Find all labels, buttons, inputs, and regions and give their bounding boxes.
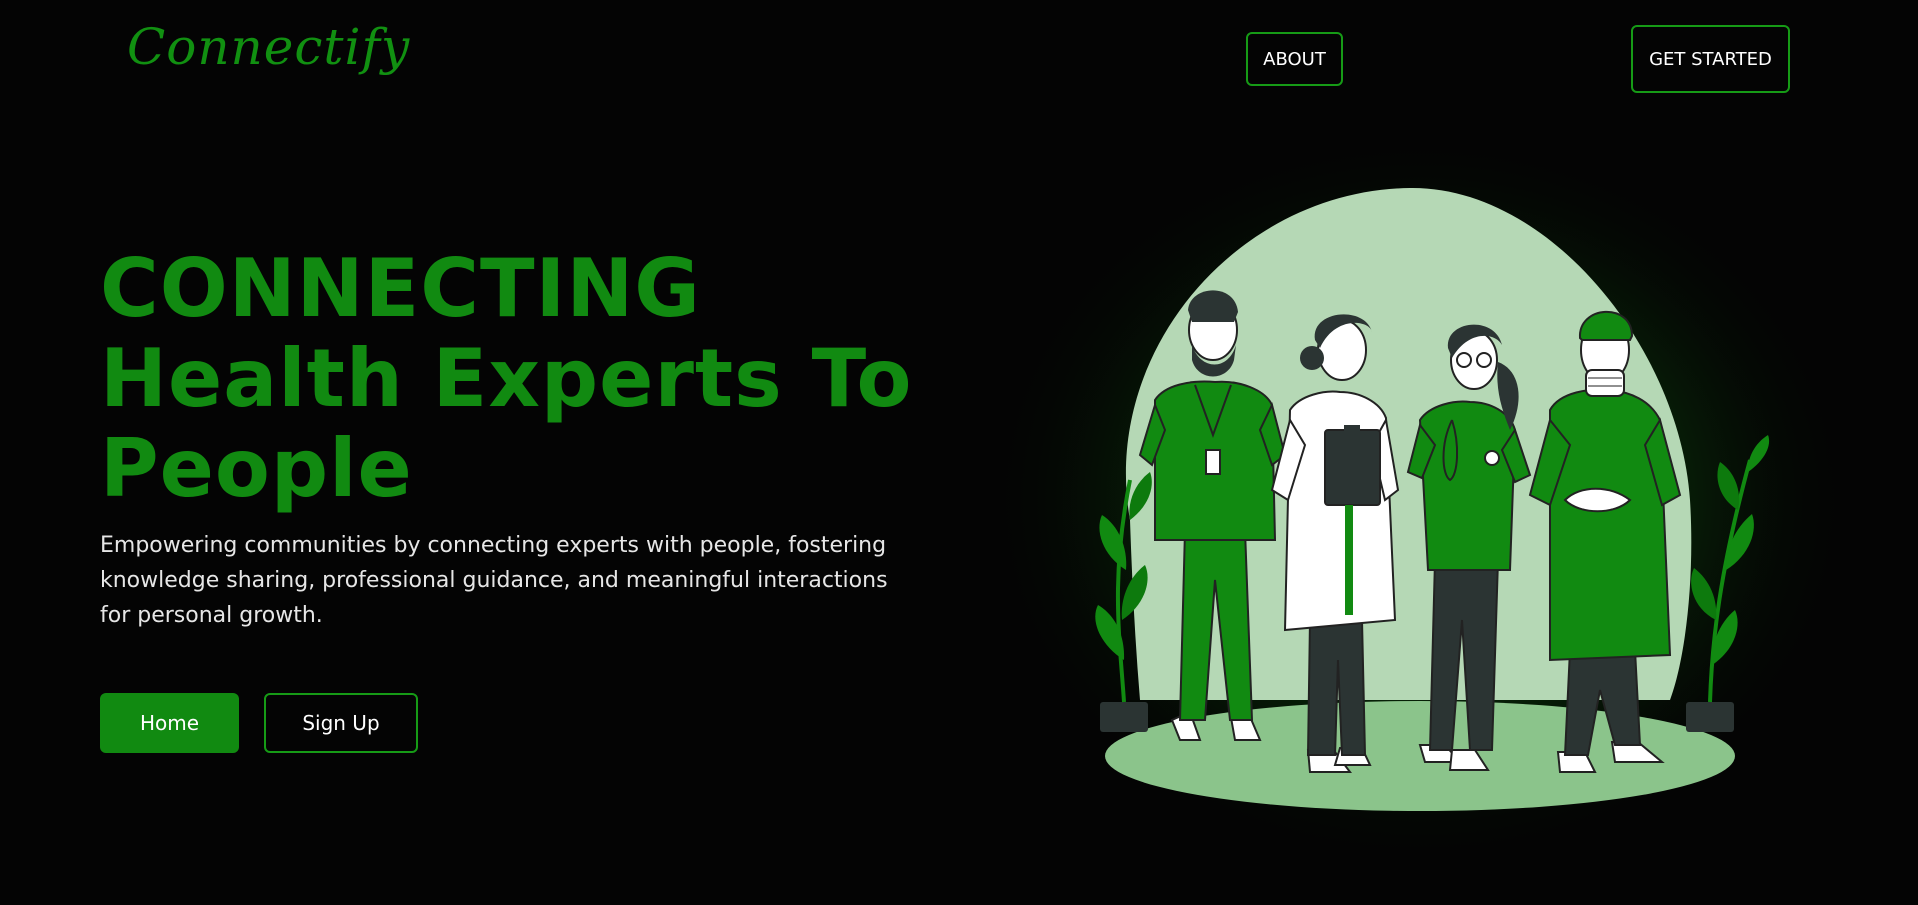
health-experts-illustration [990, 130, 1860, 860]
signup-button[interactable]: Sign Up [264, 693, 418, 753]
headline-line-1: CONNECTING [100, 242, 701, 335]
headline-line-2: Health Experts To [100, 332, 913, 425]
get-started-button[interactable]: GET STARTED [1631, 25, 1790, 93]
hero-description: Empowering communities by connecting exp… [100, 533, 888, 628]
landing-page: Connectify ABOUT GET STARTED CONNECTING … [0, 0, 1918, 905]
about-button[interactable]: ABOUT [1246, 32, 1343, 86]
hero-headline: CONNECTING Health Experts To People [100, 244, 920, 514]
home-button[interactable]: Home [100, 693, 239, 753]
headline-line-3: People [100, 422, 413, 515]
brand-logo[interactable]: Connectify [127, 18, 410, 76]
